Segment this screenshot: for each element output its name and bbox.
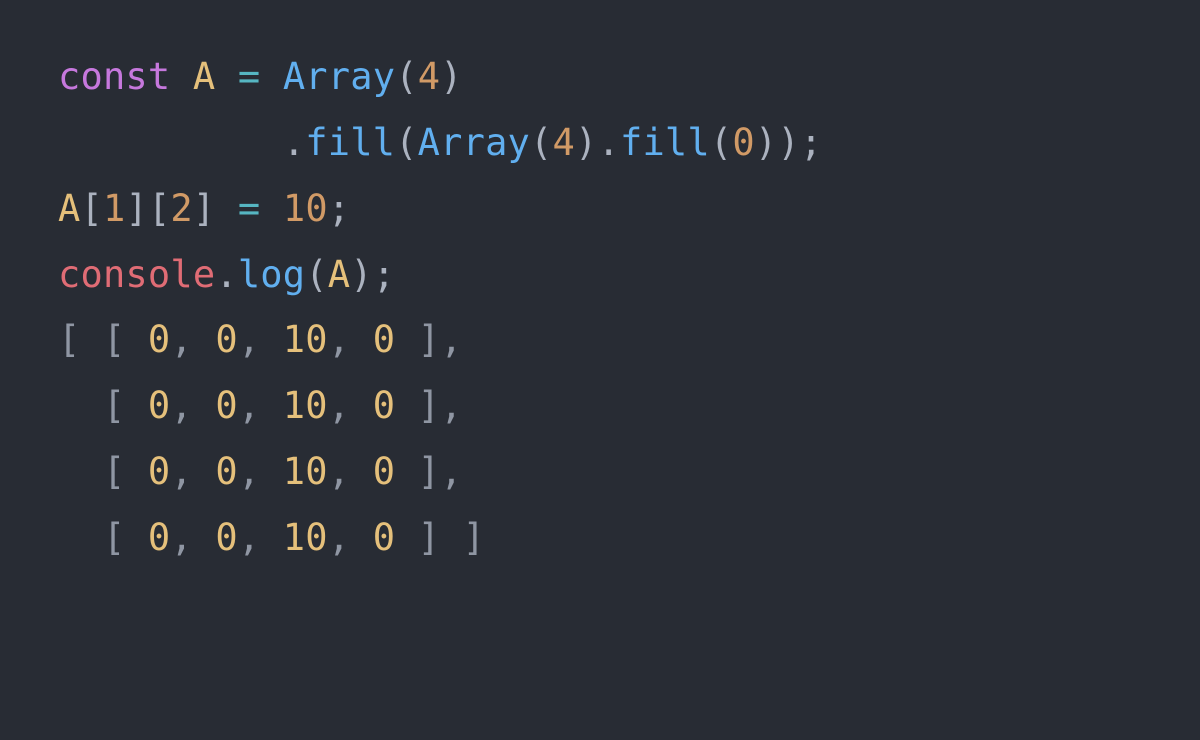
dot: . bbox=[597, 121, 619, 164]
bracket-open: [ bbox=[148, 187, 170, 230]
output-comma: , bbox=[328, 516, 373, 559]
identifier-A: A bbox=[328, 253, 350, 296]
number-0: 0 bbox=[732, 121, 754, 164]
paren-close: ) bbox=[440, 55, 462, 98]
paren-open: ( bbox=[395, 121, 417, 164]
output-suffix: , bbox=[440, 384, 462, 427]
space bbox=[215, 55, 237, 98]
code-line-2: .fill(Array(4).fill(0)); bbox=[58, 121, 822, 164]
paren-close: ) bbox=[755, 121, 777, 164]
output-comma: , bbox=[328, 384, 373, 427]
output-comma: , bbox=[328, 450, 373, 493]
call-array: Array bbox=[283, 55, 395, 98]
output-bracket-close: ] bbox=[395, 450, 440, 493]
paren-open: ( bbox=[395, 55, 417, 98]
paren-open: ( bbox=[710, 121, 732, 164]
paren-open: ( bbox=[305, 253, 327, 296]
bracket-open: [ bbox=[80, 187, 102, 230]
call-array: Array bbox=[418, 121, 530, 164]
output-number: 0 bbox=[148, 384, 170, 427]
output-bracket-open: [ bbox=[103, 384, 148, 427]
output-number: 10 bbox=[283, 384, 328, 427]
output-number: 0 bbox=[215, 318, 237, 361]
number-4: 4 bbox=[418, 55, 440, 98]
output-bracket-open: [ bbox=[103, 516, 148, 559]
semicolon: ; bbox=[328, 187, 350, 230]
code-block: const A = Array(4) .fill(Array(4).fill(0… bbox=[0, 0, 1200, 615]
bracket-close: ] bbox=[193, 187, 215, 230]
code-line-1: const A = Array(4) bbox=[58, 55, 463, 98]
number-10: 10 bbox=[283, 187, 328, 230]
semicolon: ; bbox=[373, 253, 395, 296]
output-number: 10 bbox=[283, 450, 328, 493]
output-number: 0 bbox=[148, 318, 170, 361]
output-bracket-open: [ bbox=[103, 450, 148, 493]
identifier-A: A bbox=[193, 55, 215, 98]
bracket-close: ] bbox=[125, 187, 147, 230]
output-number: 0 bbox=[148, 450, 170, 493]
output-suffix: ] bbox=[440, 516, 485, 559]
output-comma: , bbox=[170, 516, 215, 559]
output-bracket-open: [ bbox=[103, 318, 148, 361]
output-comma: , bbox=[170, 450, 215, 493]
code-line-3: A[1][2] = 10; bbox=[58, 187, 350, 230]
identifier-A: A bbox=[58, 187, 80, 230]
dot: . bbox=[283, 121, 305, 164]
code-line-4: console.log(A); bbox=[58, 253, 395, 296]
paren-close: ) bbox=[777, 121, 799, 164]
call-log: log bbox=[238, 253, 305, 296]
output-prefix: [ bbox=[58, 318, 103, 361]
output-suffix: , bbox=[440, 450, 462, 493]
output-bracket-close: ] bbox=[395, 384, 440, 427]
number-1: 1 bbox=[103, 187, 125, 230]
output-number: 0 bbox=[373, 516, 395, 559]
number-2: 2 bbox=[170, 187, 192, 230]
operator-equals: = bbox=[238, 187, 260, 230]
output-comma: , bbox=[238, 516, 283, 559]
keyword-const: const bbox=[58, 55, 170, 98]
output-number: 10 bbox=[283, 318, 328, 361]
output-prefix bbox=[58, 516, 103, 559]
output-number: 0 bbox=[373, 384, 395, 427]
operator-equals: = bbox=[238, 55, 260, 98]
output-suffix: , bbox=[440, 318, 462, 361]
object-console: console bbox=[58, 253, 215, 296]
dot: . bbox=[215, 253, 237, 296]
call-fill: fill bbox=[305, 121, 395, 164]
output-number: 0 bbox=[215, 516, 237, 559]
space bbox=[170, 55, 192, 98]
output-prefix bbox=[58, 384, 103, 427]
space bbox=[215, 187, 237, 230]
output-number: 0 bbox=[373, 318, 395, 361]
space bbox=[260, 187, 282, 230]
output-comma: , bbox=[238, 384, 283, 427]
output-number: 10 bbox=[283, 516, 328, 559]
output-bracket-close: ] bbox=[395, 516, 440, 559]
paren-close: ) bbox=[575, 121, 597, 164]
output-comma: , bbox=[170, 384, 215, 427]
output-bracket-close: ] bbox=[395, 318, 440, 361]
output-comma: , bbox=[238, 450, 283, 493]
output-comma: , bbox=[238, 318, 283, 361]
number-4: 4 bbox=[553, 121, 575, 164]
output-comma: , bbox=[170, 318, 215, 361]
call-fill: fill bbox=[620, 121, 710, 164]
indent bbox=[58, 121, 283, 164]
semicolon: ; bbox=[800, 121, 822, 164]
output-number: 0 bbox=[215, 384, 237, 427]
output-number: 0 bbox=[215, 450, 237, 493]
paren-close: ) bbox=[350, 253, 372, 296]
output-prefix bbox=[58, 450, 103, 493]
output-number: 0 bbox=[373, 450, 395, 493]
paren-open: ( bbox=[530, 121, 552, 164]
console-output: [ [ 0, 0, 10, 0 ], [ 0, 0, 10, 0 ], [ 0,… bbox=[58, 318, 485, 559]
output-number: 0 bbox=[148, 516, 170, 559]
output-comma: , bbox=[328, 318, 373, 361]
space bbox=[260, 55, 282, 98]
